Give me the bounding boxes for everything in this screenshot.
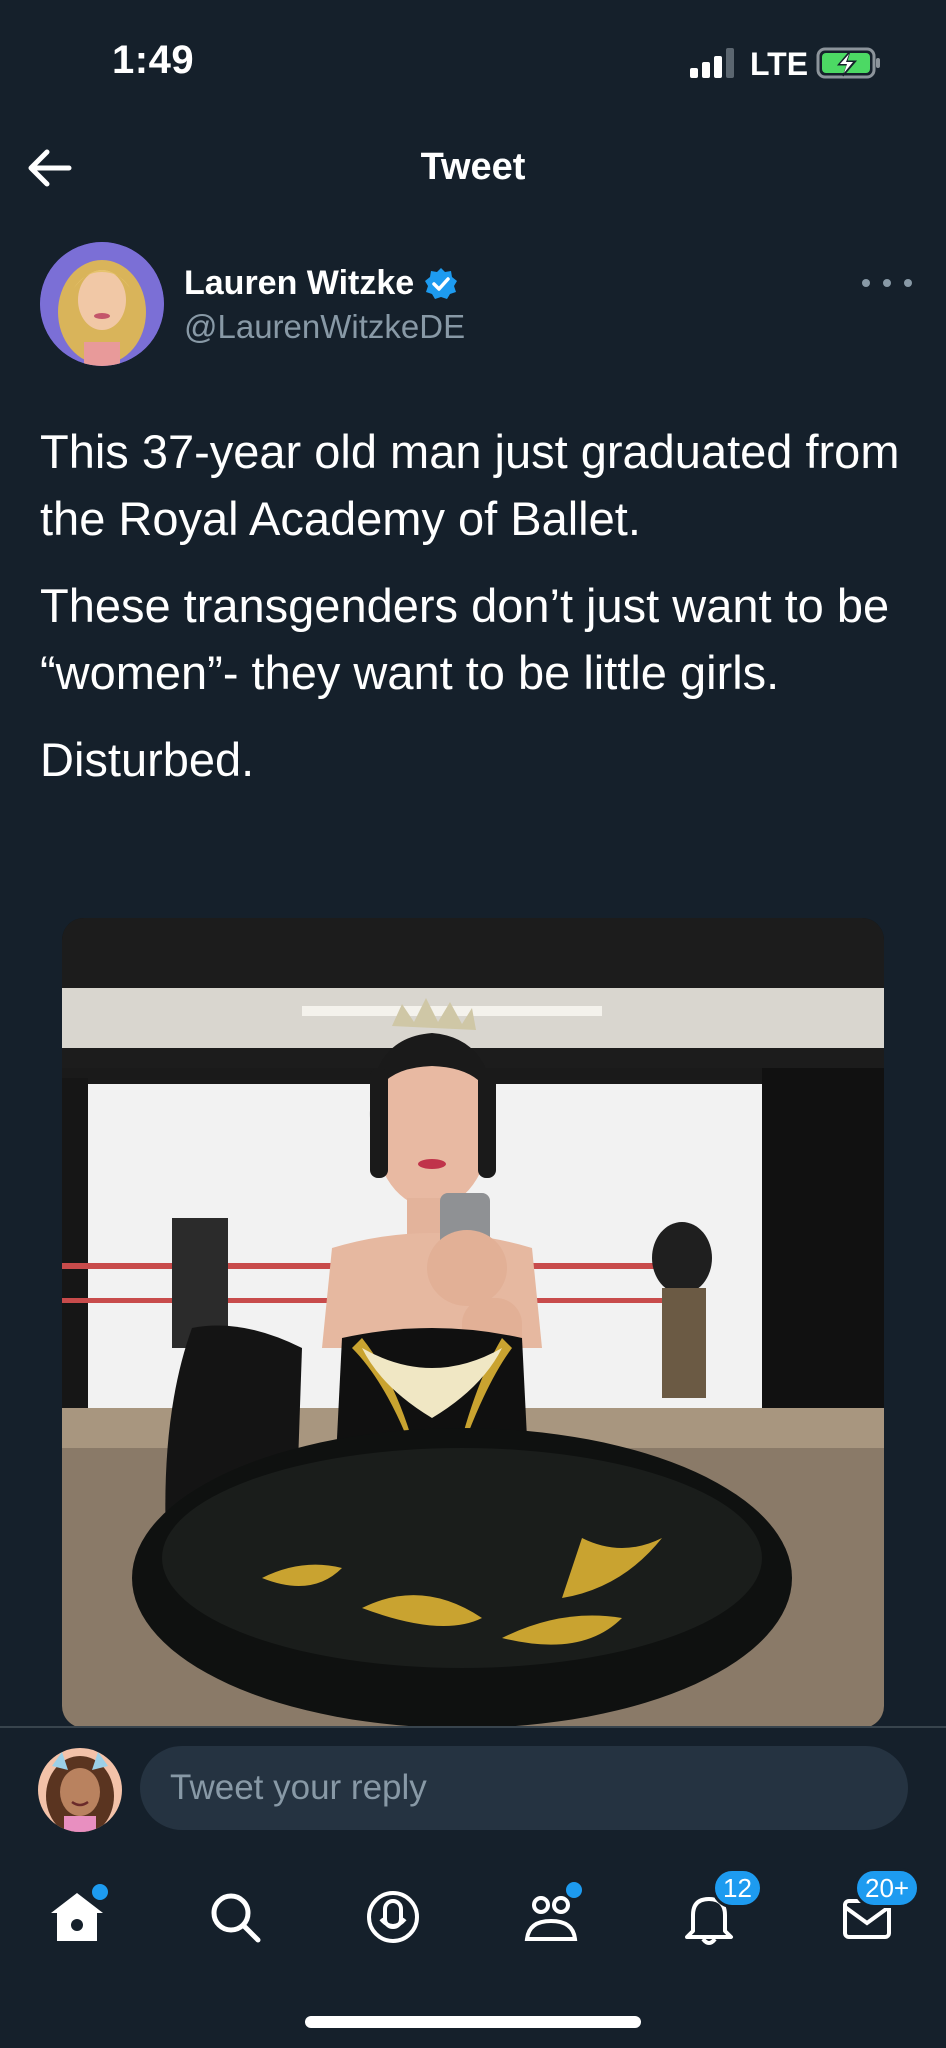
author-name[interactable]: Lauren Witzke	[184, 264, 414, 303]
tab-home[interactable]	[32, 1872, 122, 1962]
user-avatar[interactable]	[38, 1748, 122, 1832]
tab-notifications[interactable]: 12	[664, 1868, 763, 1962]
author-handle[interactable]: @LaurenWitzkeDE	[184, 308, 465, 346]
spaces-microphone-icon	[367, 1891, 419, 1943]
more-dot-icon	[883, 279, 891, 287]
author-name-row[interactable]: Lauren Witzke	[184, 264, 458, 303]
signal-strength-icon	[690, 48, 738, 78]
status-time: 1:49	[112, 38, 195, 82]
search-icon	[211, 1893, 261, 1943]
tweet-paragraph: Disturbed.	[40, 733, 255, 786]
tweet-media-photo[interactable]	[62, 918, 884, 1728]
verified-badge-icon	[425, 267, 458, 299]
tweet-author: Lauren Witzke @LaurenWitzkeDE	[0, 240, 946, 370]
tab-search[interactable]	[190, 1872, 280, 1962]
more-options-button[interactable]	[862, 268, 912, 298]
tab-spaces[interactable]	[348, 1872, 438, 1962]
notifications-badge: 12	[712, 1868, 763, 1908]
page-title: Tweet	[420, 146, 526, 188]
messages-badge: 20+	[854, 1868, 921, 1908]
reply-bar: Tweet your reply	[0, 1726, 946, 1846]
tweet-paragraph: These transgenders don’t just want to be…	[40, 579, 890, 699]
battery-charging-icon	[816, 47, 880, 79]
more-dot-icon	[862, 279, 870, 287]
network-type: LTE	[750, 46, 809, 82]
tweet-paragraph: This 37-year old man just graduated from…	[40, 425, 900, 545]
tweet-text: This 37-year old man just graduated from…	[40, 418, 920, 813]
communities-unread-dot	[566, 1882, 582, 1898]
reply-input[interactable]: Tweet your reply	[140, 1746, 908, 1830]
status-bar: 1:49 LTE	[0, 0, 946, 120]
author-avatar[interactable]	[40, 242, 164, 366]
tab-communities[interactable]	[506, 1872, 596, 1962]
more-dot-icon	[904, 279, 912, 287]
home-indicator[interactable]	[305, 2016, 641, 2028]
tab-messages[interactable]: 20+	[822, 1868, 921, 1962]
home-unread-dot	[92, 1884, 108, 1900]
nav-header: Tweet	[0, 120, 946, 220]
